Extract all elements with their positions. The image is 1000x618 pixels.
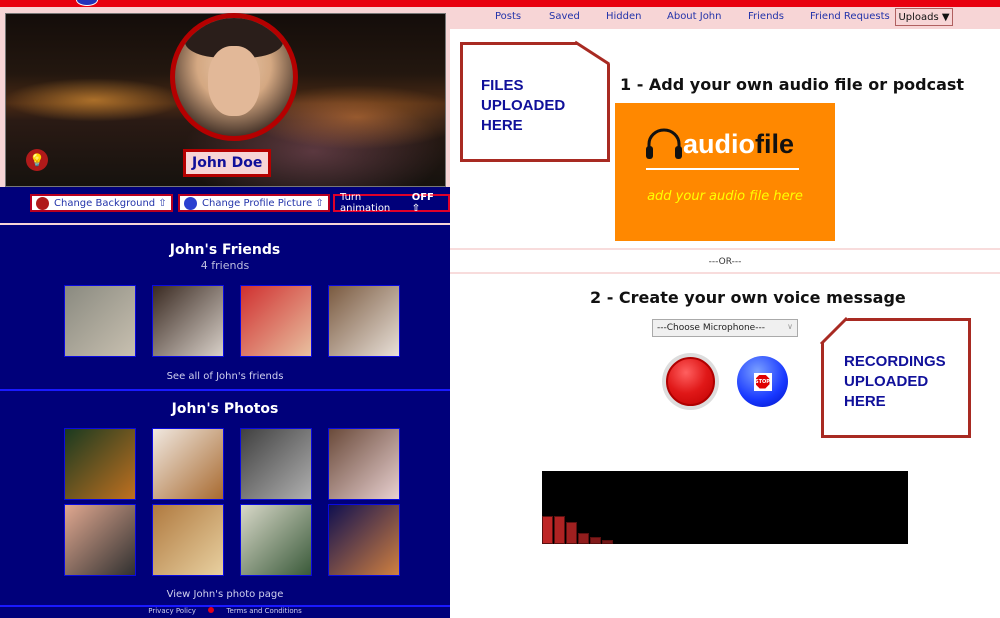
visualizer-bar: [578, 533, 589, 544]
friend-thumbnail[interactable]: [240, 285, 312, 357]
lightbulb-icon[interactable]: 💡: [26, 149, 48, 171]
audiofile-divider: [646, 168, 799, 170]
avatar-face: [208, 46, 260, 116]
files-callout-line-2: UPLOADED: [481, 97, 566, 114]
divider-bottom: [450, 272, 1000, 274]
microphone-select-value: ---Choose Microphone---: [657, 323, 765, 333]
photo-image-restaurant-front: [241, 505, 311, 575]
nav-about[interactable]: About John: [667, 11, 722, 22]
section-1-title: 1 - Add your own audio file or podcast: [620, 75, 965, 94]
profile-header: 💡 John Doe: [0, 7, 450, 187]
visualizer-bar: [602, 540, 613, 544]
friend-image-friend-3: [241, 286, 311, 356]
chevron-down-icon: ∨: [787, 322, 793, 331]
profile-actions-bar: Change Background ⇧ Change Profile Pictu…: [0, 187, 450, 225]
photo-thumbnail[interactable]: [64, 428, 136, 500]
photos-section: John's Photos View John's photo page: [0, 391, 450, 607]
nav-hidden[interactable]: Hidden: [606, 11, 641, 22]
background-icon: [36, 196, 49, 210]
animation-label: Turn animation: [340, 192, 391, 214]
nav-friends[interactable]: Friends: [748, 11, 784, 22]
friend-thumbnail[interactable]: [328, 285, 400, 357]
nav-saved[interactable]: Saved: [549, 11, 580, 22]
or-separator: ---OR---: [708, 257, 742, 267]
friends-count: 4 friends: [200, 259, 250, 272]
record-icon: [666, 357, 715, 406]
friend-thumbnail[interactable]: [64, 285, 136, 357]
terms-link[interactable]: Terms and Conditions: [226, 607, 301, 615]
see-all-friends-link[interactable]: See all of John's friends: [0, 371, 450, 382]
friend-thumbnail[interactable]: [152, 285, 224, 357]
microphone-select[interactable]: ---Choose Microphone--- ∨: [652, 319, 798, 337]
friend-image-friend-1: [65, 286, 135, 356]
audiofile-prompt: add your audio file here: [647, 189, 803, 204]
view-photo-page-link[interactable]: View John's photo page: [0, 589, 450, 600]
friend-image-friend-4: [329, 286, 399, 356]
files-callout-corner: [575, 40, 610, 66]
photo-image-cosmic-face: [329, 505, 399, 575]
photos-grid: [64, 428, 400, 576]
audiofile-logo: audio file: [645, 128, 794, 160]
photo-thumbnail[interactable]: [152, 504, 224, 576]
photo-image-bar-storefront: [65, 429, 135, 499]
photo-thumbnail[interactable]: [328, 504, 400, 576]
stop-button[interactable]: STOP: [737, 356, 788, 407]
change-background-label: Change Background ⇧: [54, 197, 167, 209]
change-profile-picture-label: Change Profile Picture ⇧: [202, 197, 324, 209]
photo-thumbnail[interactable]: [328, 428, 400, 500]
top-accent-bar: [0, 0, 1000, 7]
photo-thumbnail[interactable]: [152, 428, 224, 500]
record-button[interactable]: [662, 353, 719, 410]
files-callout-line-1: FILES: [481, 77, 524, 94]
footer-dot-icon: [208, 607, 215, 613]
visualizer-bar: [542, 516, 553, 544]
photo-thumbnail[interactable]: [64, 504, 136, 576]
user-icon: [184, 196, 197, 210]
visualizer-bar: [566, 522, 577, 544]
photo-image-feet-on-street: [241, 429, 311, 499]
section-2-title: 2 - Create your own voice message: [590, 288, 906, 307]
photo-image-solar-tree-charger: [153, 429, 223, 499]
privacy-policy-link[interactable]: Privacy Policy: [148, 607, 196, 615]
photo-image-group-faces: [65, 505, 135, 575]
uploads-dropdown[interactable]: Uploads ▼: [895, 8, 953, 26]
photo-thumbnail[interactable]: [240, 504, 312, 576]
friends-section: John's Friends 4 friends See all of John…: [0, 225, 450, 391]
audiofile-logo-file: file: [755, 128, 795, 159]
visualizer-bar: [590, 537, 601, 544]
nav-friend-requests[interactable]: Friend Requests: [810, 11, 890, 22]
files-callout-line-3: HERE: [481, 117, 523, 134]
friends-grid: [64, 285, 400, 357]
change-background-button[interactable]: Change Background ⇧: [30, 194, 173, 212]
add-audio-file-button[interactable]: audio file add your audio file here: [615, 103, 835, 241]
profile-column: 💡 John Doe Change Background ⇧ Change Pr…: [0, 7, 450, 618]
headphones-icon: [646, 128, 682, 159]
friends-title: John's Friends: [169, 242, 281, 258]
friend-image-friend-2: [153, 286, 223, 356]
photos-title: John's Photos: [171, 401, 279, 417]
nav-posts[interactable]: Posts: [495, 11, 521, 22]
profile-picture[interactable]: [170, 13, 298, 141]
stop-sign-icon: STOP: [753, 372, 772, 391]
change-profile-picture-button[interactable]: Change Profile Picture ⇧: [178, 194, 330, 212]
recordings-callout-corner: [819, 316, 849, 346]
toggle-animation-button[interactable]: Turn animation OFF ⇧: [333, 192, 450, 214]
profile-name: John Doe: [183, 149, 272, 177]
recordings-callout-line-2: UPLOADED: [844, 373, 929, 390]
audiofile-logo-audio: audio: [683, 128, 755, 159]
footer: Privacy Policy Terms and Conditions: [0, 607, 450, 618]
audio-visualizer: [542, 471, 908, 544]
animation-state: OFF ⇧: [411, 192, 434, 214]
recordings-callout-line-1: RECORDINGS: [844, 353, 946, 370]
visualizer-bar: [554, 516, 565, 544]
stop-label: STOP: [755, 374, 770, 389]
recordings-callout-line-3: HERE: [844, 393, 886, 410]
divider-top: [450, 248, 1000, 250]
photo-image-banana-pudding: [153, 505, 223, 575]
photo-image-puppies: [329, 429, 399, 499]
photo-thumbnail[interactable]: [240, 428, 312, 500]
